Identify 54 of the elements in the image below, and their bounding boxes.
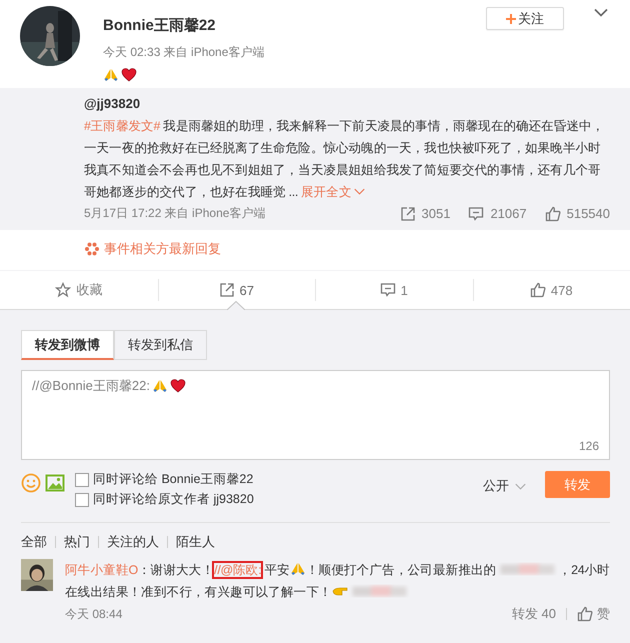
checkbox[interactable] — [75, 472, 89, 486]
quoted-text: #王雨馨发文# 我是雨馨姐的助理，我来解释一下前天凌晨的事情，雨馨现在的确还在昏迷中，一天一夜的抢救好在已经脱离了生命危险。惊心动魄的一天，我也快被吓死了，如果晚半小时我真不知道会不会再也见不到姐姐了，当天凌晨姐姐给我发了简短要交代的事情，还有几个哥哥她都逐步的交代了，也好在我睡觉 ... 展开全文 — [84, 118, 606, 201]
post-time: 今天 02:33 来自 iPhone客户端 — [103, 44, 264, 61]
forward-link[interactable]: 转发 40 — [512, 605, 556, 623]
share-icon — [400, 206, 416, 222]
filter-tab[interactable]: 陌生人 — [168, 533, 223, 551]
comment-text: 阿牛小童鞋O：谢谢大大！//@陈欧: 平安 ！顺便打个广告，公司最新推出的 ，24小时在线出结果！准到不行，有兴趣可以了解一下！ — [65, 560, 610, 601]
flower-icon — [84, 241, 100, 257]
follow-button[interactable]: 关注 — [486, 7, 564, 30]
event-link[interactable]: 事件相关方最新回复 — [84, 240, 221, 258]
expand-link[interactable]: 展开全文 — [300, 185, 352, 199]
thumbs-up-icon — [530, 282, 546, 298]
heart-icon — [170, 378, 186, 394]
mention-link[interactable]: //@陈欧: — [214, 563, 262, 577]
chevron-down-icon — [515, 482, 526, 490]
commenter-name[interactable]: 阿牛小童鞋O — [65, 563, 138, 577]
forward-tab[interactable]: 转发到私信 — [114, 330, 207, 360]
action-tab[interactable]: 收藏 — [0, 271, 158, 310]
comment-time: 今天 08:44 — [65, 606, 122, 622]
heart-icon — [121, 67, 137, 83]
thumbs-up-icon — [544, 206, 561, 222]
chevron-down-icon[interactable] — [354, 188, 366, 195]
filter-tab[interactable]: 全部 — [21, 533, 55, 551]
forward-count[interactable]: 3051 — [400, 206, 450, 222]
checkbox[interactable] — [75, 492, 89, 506]
quoted-time: 5月17日 17:22 来自 iPhone客户端 — [84, 205, 266, 222]
forward-tab[interactable]: 转发到微博 — [21, 330, 114, 360]
compose-field[interactable]: //@Bonnie王雨馨22: 126 — [21, 370, 610, 460]
selection-notch — [227, 301, 246, 310]
quoted-author[interactable]: @jj93820 — [84, 96, 610, 111]
share-icon — [218, 282, 235, 298]
like-count[interactable]: 515540 — [544, 206, 610, 222]
plus-icon — [506, 14, 516, 24]
filter-tab[interactable]: 关注的人 — [99, 533, 167, 551]
compose-text: //@Bonnie王雨馨22: — [32, 377, 150, 395]
chevron-down-icon[interactable] — [594, 8, 608, 17]
star-icon — [55, 282, 72, 298]
thumbs-up-icon — [577, 606, 593, 622]
forward-button[interactable]: 转发 — [545, 471, 610, 498]
praying-hands-icon — [290, 561, 306, 577]
smiley-icon[interactable] — [21, 473, 41, 493]
comment-icon — [380, 282, 396, 298]
comment-icon — [468, 206, 484, 222]
author-name[interactable]: Bonnie王雨馨22 — [103, 16, 264, 35]
comment-option[interactable]: 同时评论给 Bonnie王雨馨22 — [75, 471, 479, 488]
character-counter: 126 — [578, 439, 599, 453]
praying-hands-icon — [103, 67, 119, 83]
praying-hands-icon — [152, 378, 168, 394]
filter-tab[interactable]: 热门 — [56, 533, 98, 551]
visibility-dropdown[interactable]: 公开 — [483, 477, 526, 495]
comment-count[interactable]: 21067 — [468, 206, 527, 222]
comment-option[interactable]: 同时评论给原文作者 jj93820 — [75, 491, 479, 508]
image-icon[interactable] — [45, 473, 65, 493]
like-button[interactable]: 赞 — [577, 605, 610, 623]
